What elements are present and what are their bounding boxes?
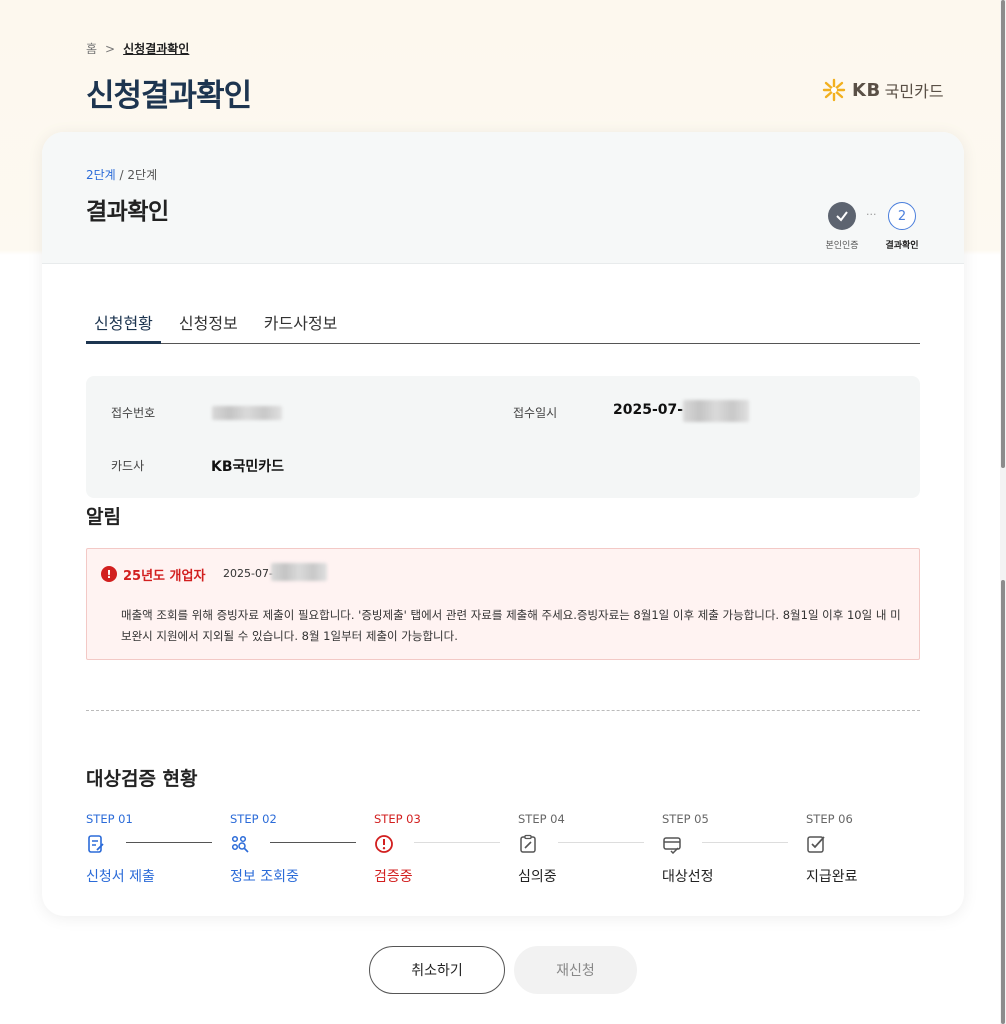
receipt-number-redacted — [212, 406, 282, 420]
step-05-name: 대상선정 — [662, 869, 714, 885]
receipt-info-box: 접수번호 접수일시 2025-07- 카드사 KB국민카드 — [86, 376, 920, 498]
section-divider — [86, 710, 920, 711]
notice-box: ! 25년도 개업자 2025-07- 매출액 조회를 위해 증빙자료 제출이 … — [86, 548, 920, 660]
step-current-number: 2 — [888, 202, 916, 230]
stage-current: 2단계 — [86, 168, 116, 182]
stepper-label-result: 결과확인 — [885, 241, 919, 251]
progress-title: 대상검증 현황 — [86, 768, 198, 790]
notice-date: 2025-07- — [223, 567, 273, 580]
cancel-button[interactable]: 취소하기 — [369, 946, 505, 994]
step-06: STEP 06 지급완료 — [806, 812, 950, 886]
stepper-dots: ··· — [866, 208, 877, 221]
logo-name-text: 국민카드 — [884, 82, 944, 101]
breadcrumb: 홈 > 신청결과확인 — [86, 40, 189, 57]
step-03: STEP 03 검증중 — [374, 812, 518, 886]
step-complete-check-icon — [828, 202, 856, 230]
receipt-date-redacted — [683, 400, 749, 422]
tab-card-company-info[interactable]: 카드사정보 — [256, 302, 346, 344]
tab-application-info[interactable]: 신청정보 — [171, 302, 246, 344]
stage-total: / 2단계 — [119, 168, 158, 182]
step-05: STEP 05 대상선정 — [662, 812, 806, 886]
step-05-label: STEP 05 — [662, 812, 709, 826]
page-title: 신청결과확인 — [86, 78, 252, 114]
notice-title: 알림 — [86, 506, 121, 528]
step-01-name: 신청서 제출 — [86, 869, 155, 885]
scrollbar-thumb-secondary[interactable] — [1001, 580, 1005, 1024]
scrollbar[interactable] — [1000, 0, 1006, 1024]
step-01-label: STEP 01 — [86, 812, 133, 826]
step-03-name: 검증중 — [374, 869, 413, 885]
clipboard-pen-icon — [520, 834, 536, 853]
stage-indicator: 2단계 / 2단계 — [86, 166, 157, 183]
scrollbar-thumb[interactable] — [1001, 0, 1005, 468]
logo-kb-text: KB — [852, 79, 881, 101]
tab-application-status[interactable]: 신청현황 — [86, 302, 161, 344]
step-02-name: 정보 조회중 — [230, 869, 299, 885]
step-04-name: 심의중 — [518, 869, 557, 885]
step-03-label: STEP 03 — [374, 812, 421, 826]
receipt-number-label: 접수번호 — [111, 406, 156, 420]
search-dots-icon — [231, 835, 249, 853]
kb-star-icon — [822, 78, 846, 102]
kb-kookmin-card-logo: KB 국민카드 — [820, 78, 944, 102]
step-04: STEP 04 심의중 — [518, 812, 662, 886]
breadcrumb-home[interactable]: 홈 — [86, 40, 97, 57]
step-02: STEP 02 정보 조회중 — [230, 812, 374, 886]
step-06-name: 지급완료 — [806, 869, 858, 885]
result-card: 2단계 / 2단계 결과확인 ··· 2 본인인증 결과확인 신청현황 신청정보… — [42, 132, 964, 916]
card-check-icon — [663, 837, 681, 855]
card-title: 결과확인 — [86, 199, 169, 225]
receipt-date-value: 2025-07- — [613, 402, 684, 418]
step-06-label: STEP 06 — [806, 812, 853, 826]
step-02-label: STEP 02 — [230, 812, 277, 826]
card-company-value: KB국민카드 — [211, 459, 285, 475]
step-04-label: STEP 04 — [518, 812, 565, 826]
breadcrumb-separator: > — [105, 41, 116, 56]
notice-message: 매출액 조회를 위해 증빙자료 제출이 필요합니다. '증빙제출' 탭에서 관련… — [121, 608, 901, 643]
alert-circle-icon — [375, 835, 393, 853]
document-pen-icon — [88, 835, 104, 853]
card-company-label: 카드사 — [111, 459, 145, 473]
card-header: 2단계 / 2단계 결과확인 ··· 2 본인인증 결과확인 — [42, 132, 964, 264]
notice-tag: 25년도 개업자 — [123, 569, 206, 584]
tab-bar: 신청현황 신청정보 카드사정보 — [86, 302, 920, 344]
checkbox-icon — [807, 836, 825, 853]
step-01: STEP 01 신청서 제출 — [86, 812, 230, 886]
receipt-date-label: 접수일시 — [513, 406, 558, 420]
notice-date-redacted — [271, 563, 327, 581]
stepper-label-verify: 본인인증 — [825, 241, 859, 251]
progress-stepper: ··· 2 본인인증 결과확인 — [820, 202, 930, 252]
reapply-button[interactable]: 재신청 — [514, 946, 637, 994]
alert-icon: ! — [101, 566, 117, 582]
breadcrumb-current[interactable]: 신청결과확인 — [123, 40, 189, 57]
